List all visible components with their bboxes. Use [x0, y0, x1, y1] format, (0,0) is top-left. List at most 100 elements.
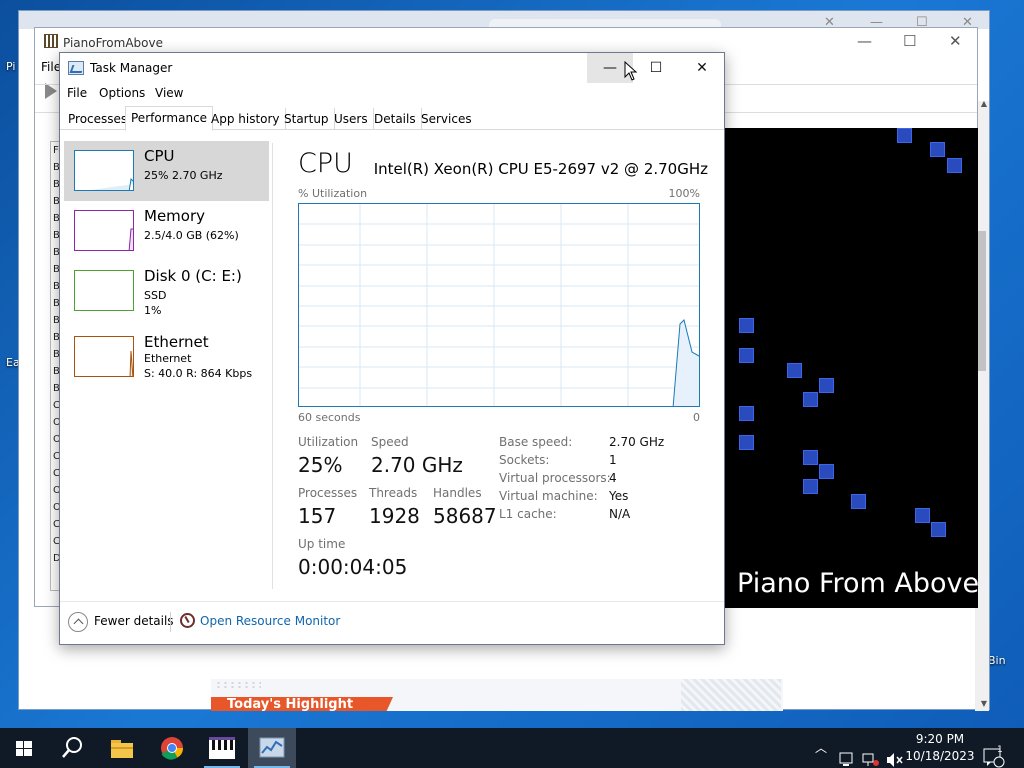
chevron-up-icon[interactable]: ︿ — [815, 739, 827, 768]
performance-sidebar: CPU 25% 2.70 GHz Memory 2.5/4.0 GB (62%)… — [60, 139, 270, 594]
falling-note — [819, 464, 834, 479]
pfa-minimize-icon[interactable]: — — [857, 32, 872, 50]
sidebar-item-disk[interactable]: Disk 0 (C: E:) SSD 1% — [64, 261, 269, 321]
desktop-icon-label[interactable]: Pi — [6, 60, 15, 73]
processes-label: Processes — [298, 486, 358, 500]
folder-icon — [111, 740, 133, 758]
ethernet-thumbnail-graph — [74, 336, 134, 377]
search-button[interactable] — [48, 728, 96, 768]
handles-label: Handles — [433, 486, 482, 500]
task-manager-taskbar-button[interactable] — [248, 728, 296, 768]
pianofromabove-taskbar-button[interactable] — [198, 728, 246, 768]
menubar: File Options View — [60, 83, 724, 105]
volume-muted-icon[interactable] — [886, 740, 904, 768]
falling-note — [739, 406, 754, 421]
chevron-up-icon[interactable] — [68, 612, 88, 632]
falling-note — [851, 494, 866, 509]
detail-key: Virtual processors: — [499, 471, 611, 485]
disk-thumbnail-graph — [74, 270, 134, 311]
notification-count: 1 — [997, 745, 1003, 755]
falling-note — [930, 142, 945, 157]
sidebar-item-ethernet[interactable]: Ethernet Ethernet S: 40.0 R: 864 Kbps — [64, 327, 269, 387]
panel-divider — [272, 143, 273, 589]
highlight-banner: Today's Highlight — [211, 679, 783, 711]
tab-services[interactable]: Services — [416, 108, 477, 130]
taskbar: ︿ 9:20 PM 10/18/2023 1 — [0, 728, 1024, 768]
falling-note — [739, 348, 754, 363]
sidebar-item-cpu[interactable]: CPU 25% 2.70 GHz — [64, 141, 269, 201]
cpu-model-name: Intel(R) Xeon(R) CPU E5-2697 v2 @ 2.70GH… — [373, 160, 708, 178]
graph-time-label: 60 seconds — [298, 411, 361, 424]
visualizer-title: Piano From Above — [737, 568, 978, 599]
mouse-cursor-icon — [624, 61, 638, 81]
menu-file[interactable]: File — [67, 86, 87, 100]
detail-value: 2.70 GHz — [609, 435, 665, 449]
threads-value: 1928 — [369, 504, 420, 528]
piano-icon — [209, 737, 235, 759]
network-device-icon[interactable] — [839, 740, 853, 768]
maximize-button[interactable]: ☐ — [633, 53, 679, 83]
network-icon[interactable] — [862, 740, 880, 768]
scroll-down-icon[interactable]: ▼ — [981, 699, 987, 708]
fewer-details-link[interactable]: Fewer details — [94, 614, 174, 628]
falling-note — [819, 378, 834, 393]
clock-time: 9:20 PM — [915, 732, 965, 746]
detail-value: N/A — [609, 507, 631, 521]
play-icon[interactable] — [45, 83, 57, 99]
sidebar-item-name: Disk 0 (C: E:) — [144, 267, 242, 285]
chrome-button[interactable] — [148, 728, 196, 768]
banner-dots — [215, 681, 261, 689]
tab-users[interactable]: Users — [329, 108, 374, 130]
recycle-bin-label[interactable]: Bin — [988, 654, 1006, 667]
sidebar-item-detail: 2.5/4.0 GB (62%) — [144, 229, 239, 242]
scroll-up-icon[interactable]: ▲ — [981, 99, 987, 108]
falling-note — [931, 522, 946, 537]
sidebar-item-detail: 25% 2.70 GHz — [144, 169, 223, 182]
tab-app-history[interactable]: App history — [206, 108, 286, 130]
detail-key: L1 cache: — [499, 507, 557, 521]
speed-value: 2.70 GHz — [371, 453, 463, 477]
speed-label: Speed — [371, 435, 409, 449]
pfa-close-icon[interactable]: ✕ — [949, 32, 962, 50]
footer-divider — [170, 612, 171, 632]
system-clock[interactable]: 9:20 PM 10/18/2023 — [905, 731, 975, 765]
falling-note — [739, 435, 754, 450]
tab-processes[interactable]: Processes — [63, 108, 134, 130]
cpu-graph-svg — [299, 204, 699, 406]
clock-date: 10/18/2023 — [905, 749, 975, 763]
detail-value: 1 — [609, 453, 617, 467]
open-resource-monitor-link[interactable]: Open Resource Monitor — [200, 614, 340, 628]
detail-key: Sockets: — [499, 453, 550, 467]
falling-note — [739, 318, 754, 333]
file-explorer-button[interactable] — [98, 728, 146, 768]
sidebar-item-detail: Ethernet — [144, 352, 192, 365]
detail-value: 4 — [609, 471, 617, 485]
banner-stripes — [681, 679, 781, 711]
uptime-value: 0:00:04:05 — [298, 555, 408, 579]
graph-y-label: % Utilization — [298, 187, 368, 200]
falling-note — [803, 479, 818, 494]
close-button[interactable]: ✕ — [679, 53, 725, 83]
sidebar-item-detail: 1% — [144, 304, 162, 317]
task-manager-icon — [259, 737, 285, 758]
menu-view[interactable]: View — [155, 86, 183, 100]
graph-min-label: 0 — [693, 411, 700, 424]
falling-note — [803, 450, 818, 465]
menu-options[interactable]: Options — [99, 86, 145, 100]
panel-title: CPU — [298, 148, 353, 179]
detail-key: Base speed: — [499, 435, 573, 449]
browser-scroll-thumb[interactable] — [978, 231, 986, 371]
chrome-icon — [161, 737, 183, 760]
start-button[interactable] — [0, 728, 48, 768]
falling-note — [947, 158, 962, 173]
tab-details[interactable]: Details — [369, 108, 422, 130]
tab-startup[interactable]: Startup — [279, 108, 335, 130]
tab-performance[interactable]: Performance — [125, 106, 214, 131]
pfa-title: PianoFromAbove — [63, 36, 163, 50]
pfa-maximize-icon[interactable]: ☐ — [903, 32, 916, 50]
resource-monitor-icon[interactable] — [180, 613, 195, 628]
sidebar-item-memory[interactable]: Memory 2.5/4.0 GB (62%) — [64, 201, 269, 261]
utilization-value: 25% — [298, 453, 343, 477]
task-manager-icon — [68, 61, 84, 75]
utilization-label: Utilization — [298, 435, 359, 449]
